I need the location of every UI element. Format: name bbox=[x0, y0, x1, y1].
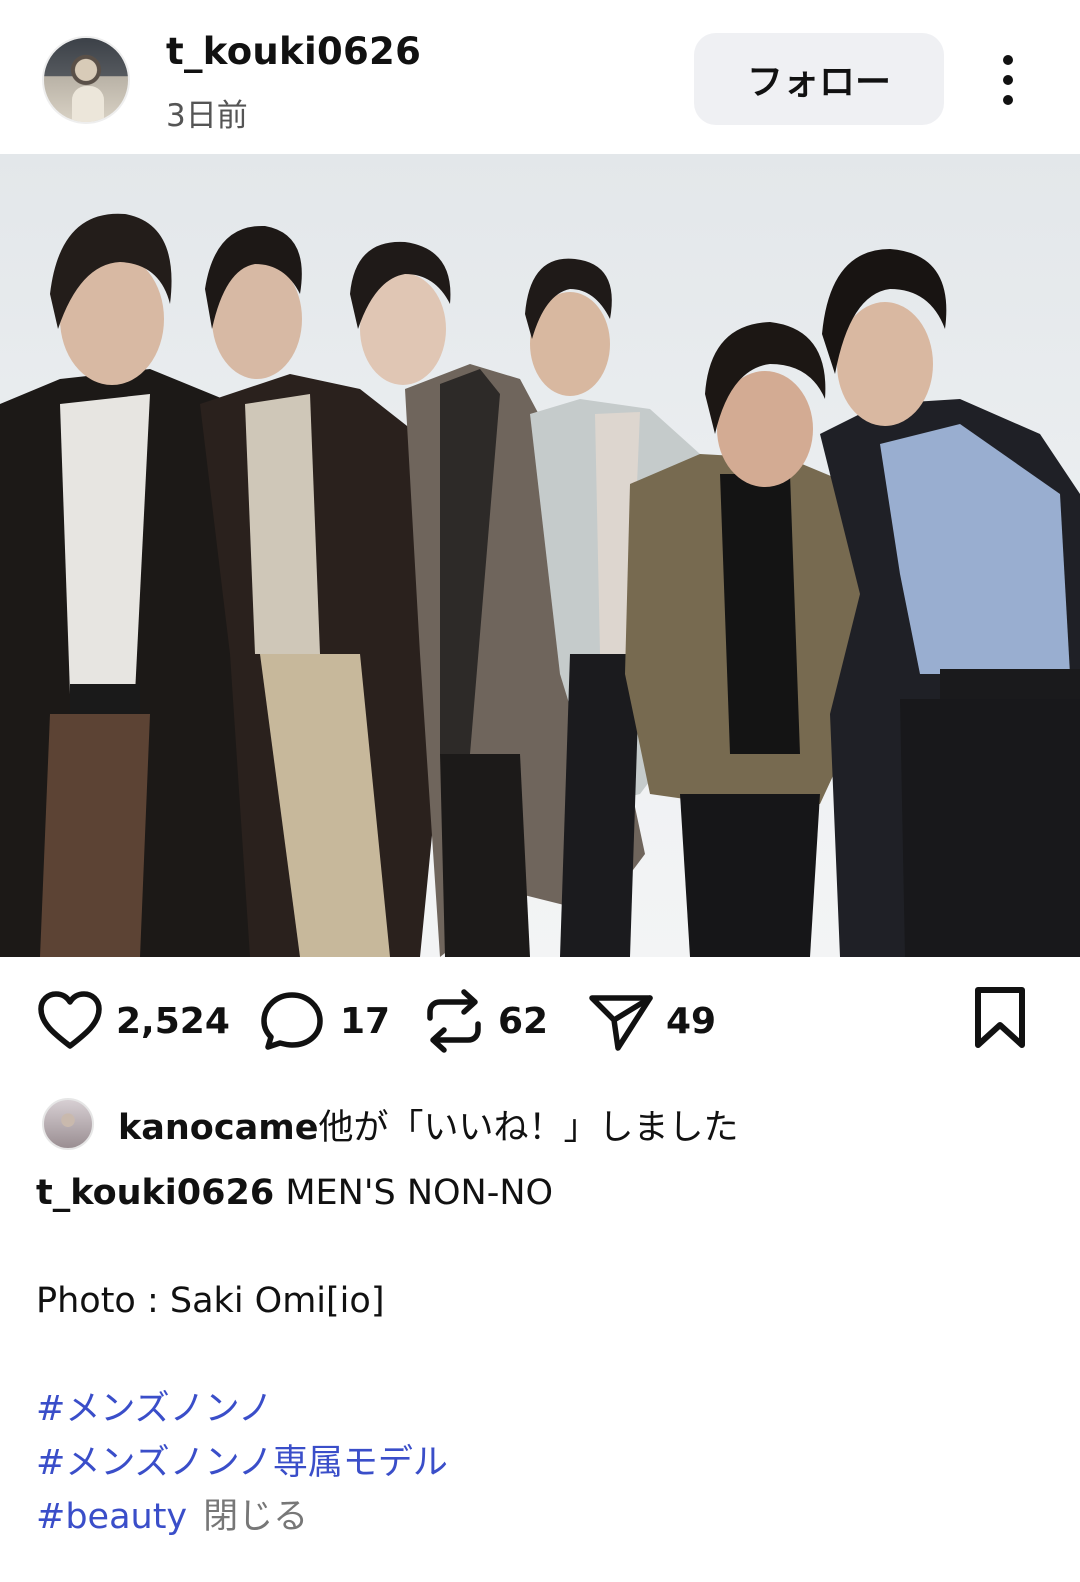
avatar-figure bbox=[72, 86, 104, 122]
post-header: t_kouki0626 3日前 フォロー bbox=[0, 0, 1080, 156]
liked-by-suffix: 他が「いいね！」しました bbox=[318, 1107, 739, 1148]
post-timestamp: 3日前 bbox=[166, 98, 248, 134]
share-icon bbox=[589, 995, 653, 1051]
post-username[interactable]: t_kouki0626 bbox=[166, 30, 421, 73]
hashtag-link[interactable]: #メンズノンノ bbox=[36, 1382, 1046, 1436]
profile-avatar[interactable] bbox=[42, 36, 130, 124]
close-caption-link[interactable]: 閉じる bbox=[203, 1497, 308, 1537]
caption-first-line: t_kouki0626 MEN'S NON-NO bbox=[36, 1166, 1046, 1220]
hashtag-link[interactable]: #メンズノンノ専属モデル bbox=[36, 1436, 1046, 1490]
more-vertical-icon[interactable] bbox=[990, 50, 1026, 110]
share-button[interactable]: 49 bbox=[588, 986, 716, 1056]
caption-username[interactable]: t_kouki0626 bbox=[36, 1173, 274, 1213]
liker-username[interactable]: kanocame bbox=[118, 1108, 318, 1148]
comment-button[interactable]: 17 bbox=[260, 986, 390, 1056]
hashtag-link[interactable]: #beauty bbox=[36, 1497, 187, 1537]
post-caption: t_kouki0626 MEN'S NON-NO Photo : Saki Om… bbox=[36, 1166, 1046, 1544]
caption-text: MEN'S NON-NO bbox=[285, 1173, 554, 1213]
group-photo-illustration bbox=[0, 213, 1080, 957]
share-count: 49 bbox=[666, 1000, 717, 1042]
bookmark-icon[interactable] bbox=[970, 985, 1030, 1051]
caption-credit: Photo : Saki Omi[io] bbox=[36, 1281, 385, 1321]
liked-by-row[interactable]: kanocame他が「いいね！」しました bbox=[42, 1096, 738, 1152]
repost-icon bbox=[427, 989, 481, 1053]
comment-icon bbox=[261, 992, 323, 1050]
post-photo[interactable] bbox=[0, 154, 1080, 957]
follow-button[interactable]: フォロー bbox=[694, 33, 944, 125]
like-button[interactable]: 2,524 bbox=[36, 986, 230, 1056]
person-6 bbox=[820, 249, 1080, 957]
caption-last-line: #beauty 閉じる bbox=[36, 1490, 1046, 1544]
like-count: 2,524 bbox=[116, 1000, 230, 1042]
comment-count: 17 bbox=[340, 1000, 391, 1042]
action-bar: 2,524 17 62 49 bbox=[0, 960, 1080, 1080]
heart-icon bbox=[38, 991, 102, 1049]
repost-count: 62 bbox=[498, 1000, 549, 1042]
liked-by-text: kanocame他が「いいね！」しました bbox=[118, 1099, 738, 1150]
repost-button[interactable]: 62 bbox=[422, 986, 548, 1056]
liker-avatar[interactable] bbox=[42, 1098, 94, 1150]
